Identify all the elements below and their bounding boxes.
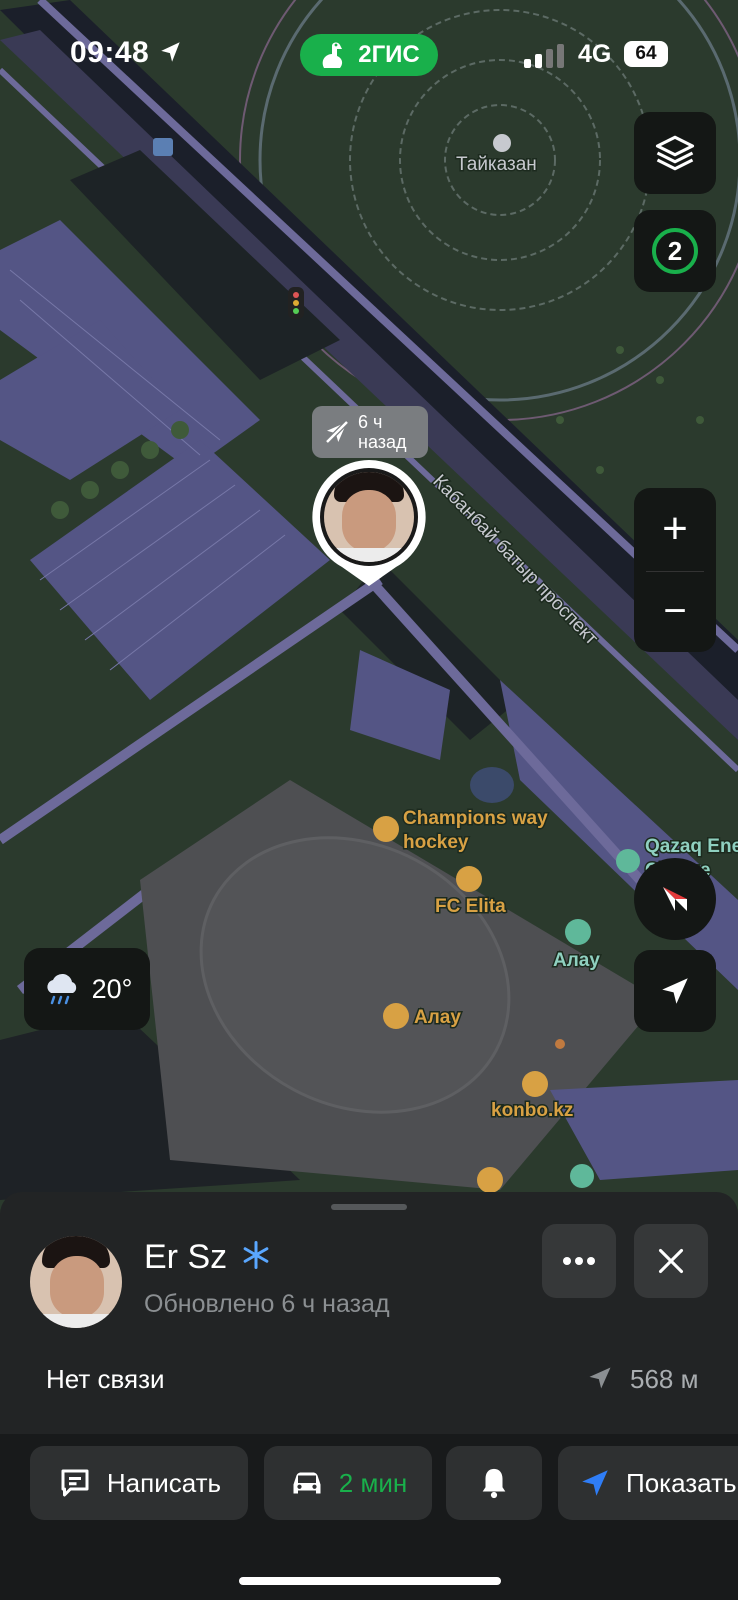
notify-button[interactable] (446, 1446, 542, 1520)
distance-arrow-icon (589, 1367, 611, 1389)
goose-logo-icon (322, 42, 343, 68)
compass-icon (663, 887, 687, 911)
map-label-qazaq-1: Qazaq Ene (645, 836, 738, 857)
network-type: 4G (578, 40, 612, 68)
map-label-tajkazan: Тайказан (456, 154, 537, 175)
more-button[interactable] (542, 1224, 616, 1298)
rain-cloud-icon (46, 973, 76, 1005)
no-location-icon (323, 418, 351, 446)
close-icon (658, 1248, 684, 1274)
compass-button[interactable] (634, 858, 716, 940)
map-label-alau-rink: Алау (414, 1007, 461, 1028)
route-car-button[interactable]: 2 мин (264, 1446, 432, 1520)
battery-indicator: 64 (624, 41, 668, 67)
signal-icon (524, 44, 564, 68)
last-seen-bubble: 6 ч назад (312, 406, 428, 458)
car-icon (293, 1472, 321, 1494)
weather-temperature: 20° (91, 973, 133, 1004)
weather-widget[interactable]: 20° (24, 948, 150, 1030)
friend-name: Er Sz (144, 1238, 271, 1277)
layers-icon (655, 135, 695, 171)
app-brand-badge: 2ГИС (300, 34, 438, 76)
navigation-arrow-icon (662, 978, 688, 1004)
close-button[interactable] (634, 1224, 708, 1298)
navigate-icon (582, 1470, 608, 1496)
avatar[interactable] (30, 1236, 122, 1328)
friends-count-button[interactable]: 2 (634, 210, 716, 292)
show-on-map-button[interactable]: Показать (558, 1446, 738, 1520)
map-label-konbo: konbo.kz (491, 1100, 573, 1121)
layers-button[interactable] (634, 112, 716, 194)
map-label-champions-2: hockey (403, 832, 469, 853)
friends-count: 2 (652, 228, 698, 274)
bell-icon (482, 1468, 506, 1499)
friend-map-marker[interactable] (312, 460, 426, 586)
map-label-alau-hotel: Алау (553, 950, 600, 971)
distance-value: 568 м (630, 1364, 699, 1394)
message-button[interactable]: Написать (30, 1446, 248, 1520)
zoom-in-button[interactable]: + (634, 488, 716, 570)
marker-avatar (324, 472, 414, 562)
my-location-button[interactable] (634, 950, 716, 1032)
status-time: 09:48 (70, 36, 184, 70)
map-label-champions-1: Champions way (403, 808, 548, 829)
updated-time: Обновлено 6 ч назад (144, 1290, 390, 1318)
sheet-grabber[interactable] (331, 1204, 407, 1210)
more-dots-icon (563, 1257, 595, 1265)
snowflake-icon (243, 1241, 268, 1269)
map-label-fc-elita: FC Elita (435, 896, 506, 917)
zoom-out-button[interactable]: − (634, 570, 716, 652)
connection-status: Нет связи (46, 1364, 165, 1394)
chat-icon (61, 1469, 89, 1497)
home-indicator (239, 1577, 501, 1585)
location-arrow-icon (161, 42, 180, 62)
